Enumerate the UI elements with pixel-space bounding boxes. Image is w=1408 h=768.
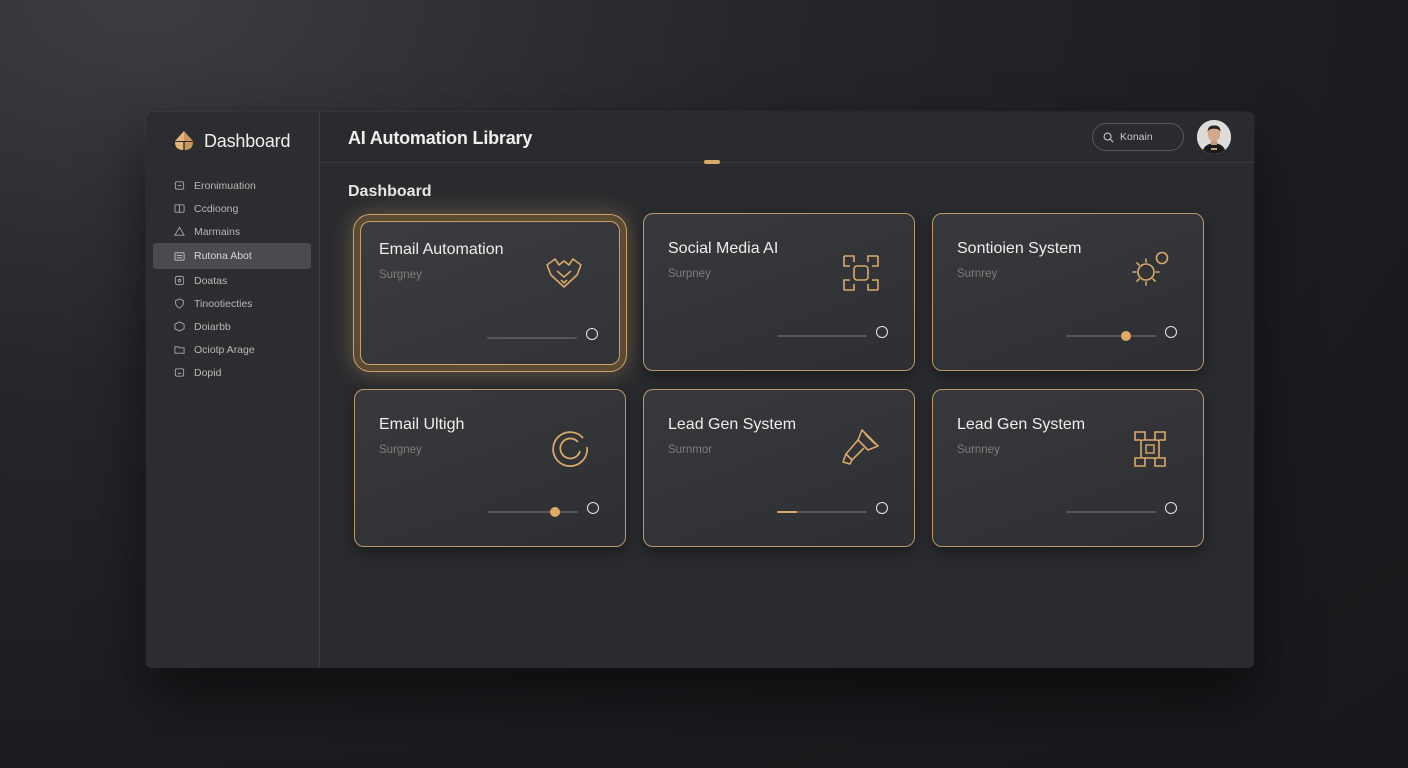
card-slider[interactable] <box>777 331 867 341</box>
slider-track <box>1066 335 1156 337</box>
card-toggle[interactable] <box>586 328 598 340</box>
search-box[interactable] <box>1092 123 1184 151</box>
sidebar-item-6[interactable]: Doiarbb <box>153 315 311 338</box>
card-slider[interactable] <box>1066 507 1156 517</box>
book-icon <box>174 204 185 213</box>
list-icon <box>174 251 185 261</box>
box-icon <box>174 321 185 332</box>
sidebar-item-8[interactable]: Dopid <box>153 361 311 384</box>
slider-fill <box>777 511 797 513</box>
sidebar-item-5[interactable]: Tinootiecties <box>153 292 311 315</box>
automation-card-sontioien[interactable]: Sontioien System Surnrey <box>932 213 1204 371</box>
grid-icon <box>174 275 185 286</box>
fox-head-icon <box>546 258 582 288</box>
circular-refresh-icon <box>552 431 588 467</box>
tag-icon <box>174 368 185 377</box>
nodes-network-icon <box>843 255 879 291</box>
card-toggle[interactable] <box>1165 502 1177 514</box>
card-subtitle: Surnmor <box>668 444 713 456</box>
header: AI Automation Library <box>320 112 1254 164</box>
card-title: Email Automation <box>379 241 504 258</box>
circuit-chip-icon <box>1134 431 1166 467</box>
card-subtitle: Surgney <box>379 269 422 281</box>
user-avatar-icon <box>1197 120 1231 154</box>
sidebar-nav: Eronimuation Ccdioong Marmains Rutona Ab… <box>153 174 311 384</box>
slider-knob[interactable] <box>1121 331 1131 341</box>
card-toggle[interactable] <box>1165 326 1177 338</box>
sidebar-item-label: Tinootiecties <box>194 297 253 310</box>
card-toggle[interactable] <box>876 502 888 514</box>
sidebar-item-label: Doatas <box>194 274 228 287</box>
card-title: Lead Gen System <box>957 416 1086 433</box>
brand-logo-icon <box>175 131 193 150</box>
app-window: Dashboard Eronimuation Ccdioong Marmains… <box>146 112 1254 668</box>
sidebar-item-1[interactable]: Ccdioong <box>153 197 311 220</box>
sidebar-item-label: Ccdioong <box>194 202 239 215</box>
sidebar-item-label: Dopid <box>194 366 222 379</box>
avatar[interactable] <box>1197 120 1231 154</box>
sidebar-item-label: Eronimuation <box>194 179 256 192</box>
search-input[interactable] <box>1120 131 1176 143</box>
active-tab-indicator <box>704 160 720 164</box>
archive-icon <box>174 181 185 190</box>
card-title: Lead Gen System <box>668 416 797 433</box>
card-title: Email Ultigh <box>379 416 465 433</box>
sidebar-item-0[interactable]: Eronimuation <box>153 174 311 197</box>
sidebar-item-7[interactable]: Ociotp Arage <box>153 338 311 361</box>
automation-card-lead-gen-1[interactable]: Lead Gen System Surnmor <box>643 389 915 547</box>
card-subtitle: Surgney <box>379 444 422 456</box>
card-toggle[interactable] <box>587 502 599 514</box>
slider-track <box>487 337 577 339</box>
brand-name: Dashboard <box>204 130 291 151</box>
sidebar-item-3[interactable]: Rutona Abot <box>153 243 311 269</box>
sidebar-item-2[interactable]: Marmains <box>153 220 311 243</box>
card-slider[interactable] <box>487 333 577 343</box>
card-slider[interactable] <box>488 507 578 517</box>
card-subtitle: Surpney <box>668 268 711 280</box>
sun-gear-icon <box>1132 251 1169 286</box>
card-slider[interactable] <box>777 507 867 517</box>
shield-icon <box>174 298 185 309</box>
page-title: AI Automation Library <box>348 128 533 148</box>
sidebar-item-4[interactable]: Doatas <box>153 269 311 292</box>
sidebar: Dashboard Eronimuation Ccdioong Marmains… <box>146 112 320 668</box>
alert-triangle-icon <box>174 226 185 236</box>
card-title: Social Media AI <box>668 240 779 257</box>
folder-icon <box>174 346 185 354</box>
card-title: Sontioien System <box>957 240 1082 257</box>
card-subtitle: Surnney <box>957 444 1000 456</box>
slider-track <box>488 511 578 513</box>
card-subtitle: Surnrey <box>957 268 998 280</box>
slider-track <box>1066 511 1156 513</box>
sidebar-item-label: Marmains <box>194 225 241 238</box>
card-slider[interactable] <box>1066 331 1156 341</box>
automation-card-email[interactable]: Email Automation Surgney <box>360 221 620 365</box>
sidebar-item-label: Doiarbb <box>194 320 231 333</box>
automation-card-email-ultigh[interactable]: Email Ultigh Surgney <box>354 389 626 547</box>
brand[interactable]: Dashboard <box>172 129 290 153</box>
automation-card-lead-gen-2[interactable]: Lead Gen System Surnney <box>932 389 1204 547</box>
sidebar-item-label: Ociotp Arage <box>194 343 255 356</box>
slider-knob[interactable] <box>550 507 560 517</box>
slider-track <box>777 335 867 337</box>
search-icon <box>1103 132 1114 142</box>
section-title: Dashboard <box>348 183 432 200</box>
sidebar-item-label: Rutona Abot <box>194 250 252 262</box>
magic-wand-icon <box>842 429 879 465</box>
card-toggle[interactable] <box>876 326 888 338</box>
automation-card-social-media[interactable]: Social Media AI Surpney <box>643 213 915 371</box>
